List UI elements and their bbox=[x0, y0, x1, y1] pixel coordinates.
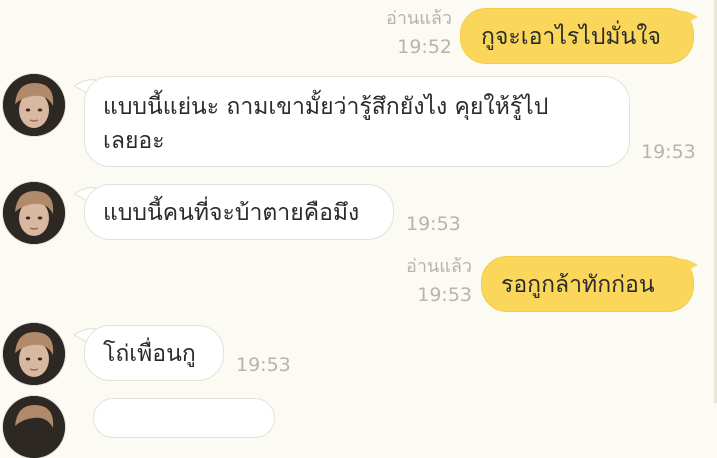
contact-avatar[interactable] bbox=[3, 74, 65, 136]
incoming-message-bubble-partial[interactable] bbox=[93, 398, 275, 438]
avatar-photo-icon bbox=[3, 182, 65, 244]
outgoing-message-bubble[interactable]: กูจะเอาไรไปมั่นใจ bbox=[460, 8, 694, 64]
outgoing-message-bubble[interactable]: รอกูกล้าทักก่อน bbox=[481, 256, 694, 312]
message-meta: อ่านแล้ว 19:53 bbox=[352, 255, 472, 307]
message-time: 19:53 bbox=[236, 354, 291, 376]
contact-avatar[interactable] bbox=[3, 396, 65, 458]
message-text-line: เลยอะ bbox=[103, 128, 165, 154]
message-text: รอกูกล้าทักก่อน bbox=[501, 272, 655, 298]
message-time: 19:53 bbox=[641, 141, 696, 163]
message-text: กูจะเอาไรไปมั่นใจ bbox=[481, 24, 662, 50]
read-receipt: อ่านแล้ว bbox=[386, 8, 452, 29]
message-time: 19:53 bbox=[406, 213, 461, 235]
message-time: 19:53 bbox=[417, 284, 472, 306]
read-receipt: อ่านแล้ว bbox=[406, 256, 472, 277]
incoming-message-bubble[interactable]: แบบนี้คนที่จะบ้าตายคือมึง bbox=[84, 184, 394, 240]
contact-avatar[interactable] bbox=[3, 182, 65, 244]
chat-message-list[interactable]: อ่านแล้ว 19:52 กูจะเอาไรไปมั่นใจ แบบนี้แ… bbox=[0, 0, 717, 458]
avatar-photo-icon bbox=[3, 396, 65, 458]
message-text: โถ่เพื่อนกู bbox=[103, 341, 196, 367]
incoming-message-bubble[interactable]: แบบนี้แย่นะ ถามเขามั้ยว่ารู้สึกยังไง คุย… bbox=[84, 76, 630, 167]
bubble-tail-icon bbox=[676, 258, 698, 275]
avatar-photo-icon bbox=[3, 74, 65, 136]
message-text: แบบนี้คนที่จะบ้าตายคือมึง bbox=[103, 200, 360, 226]
message-meta: อ่านแล้ว 19:52 bbox=[332, 7, 452, 59]
message-text-line: แบบนี้แย่นะ ถามเขามั้ยว่ารู้สึกยังไง คุย… bbox=[103, 94, 549, 120]
avatar-photo-icon bbox=[3, 323, 65, 385]
message-time: 19:52 bbox=[397, 36, 452, 58]
bubble-tail-icon bbox=[676, 10, 698, 27]
incoming-message-bubble[interactable]: โถ่เพื่อนกู bbox=[84, 325, 224, 381]
contact-avatar[interactable] bbox=[3, 323, 65, 385]
